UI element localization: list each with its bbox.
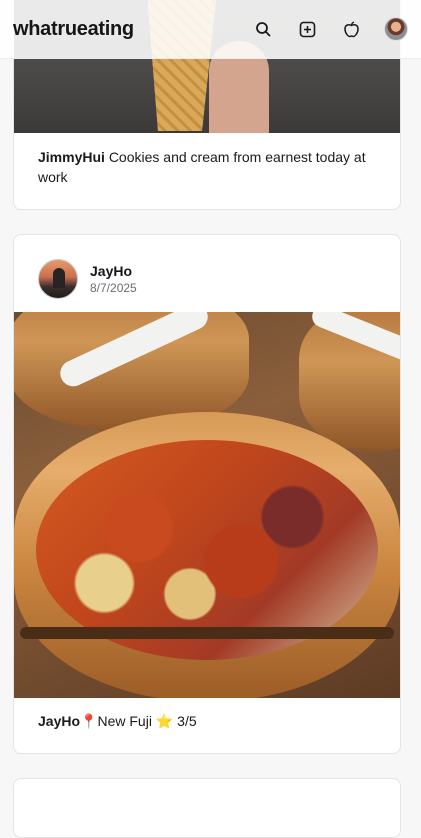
rating: 3/5 (177, 713, 197, 729)
place-name[interactable]: New Fuji (97, 713, 151, 729)
post-card: JayHo 8/7/2025 JayHo📍New Fuji ⭐ 3/5 (13, 234, 401, 754)
location-pin-icon: 📍 (80, 713, 98, 729)
search-icon[interactable] (252, 18, 274, 40)
post-image[interactable] (14, 312, 400, 698)
apple-icon[interactable] (340, 18, 362, 40)
post-caption: JayHo📍New Fuji ⭐ 3/5 (38, 711, 383, 731)
caption-username[interactable]: JayHo (38, 713, 80, 729)
caption-username[interactable]: JimmyHui (38, 149, 105, 165)
top-bar: whatrueating (0, 0, 421, 59)
author-avatar[interactable] (38, 259, 78, 299)
profile-avatar[interactable] (384, 17, 408, 41)
post-card (13, 778, 401, 838)
add-post-icon[interactable] (296, 18, 318, 40)
author-name[interactable]: JayHo (90, 263, 137, 279)
app-logo-text[interactable]: whatrueating (13, 18, 230, 41)
post-date: 8/7/2025 (90, 281, 137, 295)
post-caption: JimmyHui Cookies and cream from earnest … (38, 147, 383, 187)
star-icon: ⭐ (155, 713, 174, 729)
tub-band-shape (20, 627, 394, 639)
post-author[interactable]: JayHo 8/7/2025 (38, 259, 137, 299)
